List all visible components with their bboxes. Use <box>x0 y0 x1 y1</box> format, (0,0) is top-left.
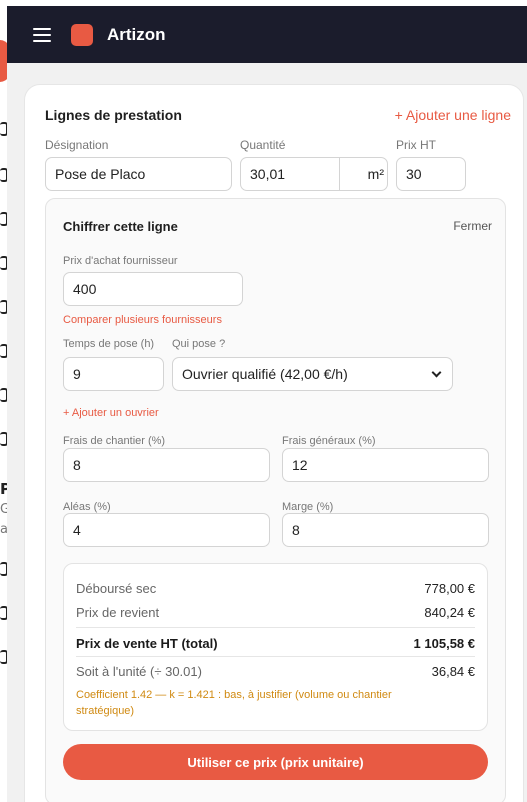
quantity-input[interactable]: 30,01 <box>241 158 339 190</box>
dry-cost-value: 778,00 € <box>424 581 475 596</box>
sale-total-value: 1 105,58 € <box>413 636 475 651</box>
worker-select-value: Ouvrier qualifié (42,00 €/h) <box>182 366 348 382</box>
menu-icon[interactable] <box>33 27 51 42</box>
risk-label: Aléas (%) <box>63 501 111 513</box>
risk-input[interactable]: 4 <box>63 513 270 547</box>
margin-label: Marge (%) <box>282 501 334 513</box>
supplier-price-label: Prix d'achat fournisseur <box>63 255 178 267</box>
labor-time-label: Temps de pose (h) <box>63 338 155 350</box>
brand-name: Artizon <box>107 24 166 44</box>
unit-price-row: Soit à l'unité (÷ 30.01) 36,84 € <box>76 664 475 679</box>
supplier-price-input[interactable]: 400 <box>63 272 243 306</box>
cost-price-row: Prix de revient 840,24 € <box>76 605 475 620</box>
chevron-down-icon <box>431 367 442 377</box>
designation-input[interactable]: Pose de Placo <box>45 157 232 191</box>
overhead-label: Frais généraux (%) <box>282 435 376 447</box>
sale-total-label: Prix de vente HT (total) <box>76 636 218 651</box>
designation-label: Désignation <box>45 138 109 152</box>
who-label: Qui pose ? <box>172 338 226 350</box>
close-button[interactable]: Fermer <box>453 219 492 233</box>
compare-suppliers-link[interactable]: Comparer plusieurs fournisseurs <box>63 314 222 326</box>
top-bar: Artizon <box>7 6 527 63</box>
section-title: Lignes de prestation <box>45 107 182 123</box>
coefficient-warning: Coefficient 1.42 — k = 1.421 : bas, à ju… <box>76 689 392 717</box>
margin-input[interactable]: 8 <box>282 513 489 547</box>
unit-price-value: 36,84 € <box>431 664 475 679</box>
add-line-link[interactable]: + Ajouter une ligne <box>395 107 511 123</box>
quantity-label: Quantité <box>240 138 286 152</box>
labor-time-input[interactable]: 9 <box>63 357 164 391</box>
overhead-input[interactable]: 12 <box>282 448 489 482</box>
logo-icon <box>71 23 93 46</box>
dry-cost-label: Déboursé sec <box>76 581 157 596</box>
unit-price-label: Soit à l'unité (÷ 30.01) <box>76 664 202 679</box>
price-label: Prix HT <box>396 138 436 152</box>
site-costs-label: Frais de chantier (%) <box>63 435 166 447</box>
app-window: Artizon Lignes de prestation + Ajouter u… <box>7 6 527 802</box>
worker-select[interactable]: Ouvrier qualifié (42,00 €/h) <box>172 357 453 391</box>
dry-cost-row: Déboursé sec 778,00 € <box>76 581 475 596</box>
costing-panel: Chiffrer cette ligne Fermer Prix d'achat… <box>45 198 506 802</box>
sale-total-row: Prix de vente HT (total) 1 105,58 € <box>76 636 475 651</box>
use-price-button[interactable]: Utiliser ce prix (prix unitaire) <box>63 744 488 780</box>
price-summary: Déboursé sec 778,00 € Prix de revient 84… <box>63 563 488 731</box>
summary-divider <box>76 627 475 628</box>
prestation-card: Lignes de prestation + Ajouter une ligne… <box>24 84 524 802</box>
cost-price-label: Prix de revient <box>76 605 160 620</box>
site-costs-input[interactable]: 8 <box>63 448 270 482</box>
unit-input[interactable]: m² <box>339 158 387 190</box>
cost-price-value: 840,24 € <box>424 605 475 620</box>
costing-title: Chiffrer cette ligne <box>63 219 178 234</box>
add-worker-link[interactable]: + Ajouter un ouvrier <box>63 407 159 419</box>
summary-divider <box>76 656 475 657</box>
quantity-group: 30,01 m² <box>240 157 388 191</box>
price-input[interactable]: 30 <box>396 157 466 191</box>
section-header: Lignes de prestation + Ajouter une ligne <box>45 107 511 123</box>
